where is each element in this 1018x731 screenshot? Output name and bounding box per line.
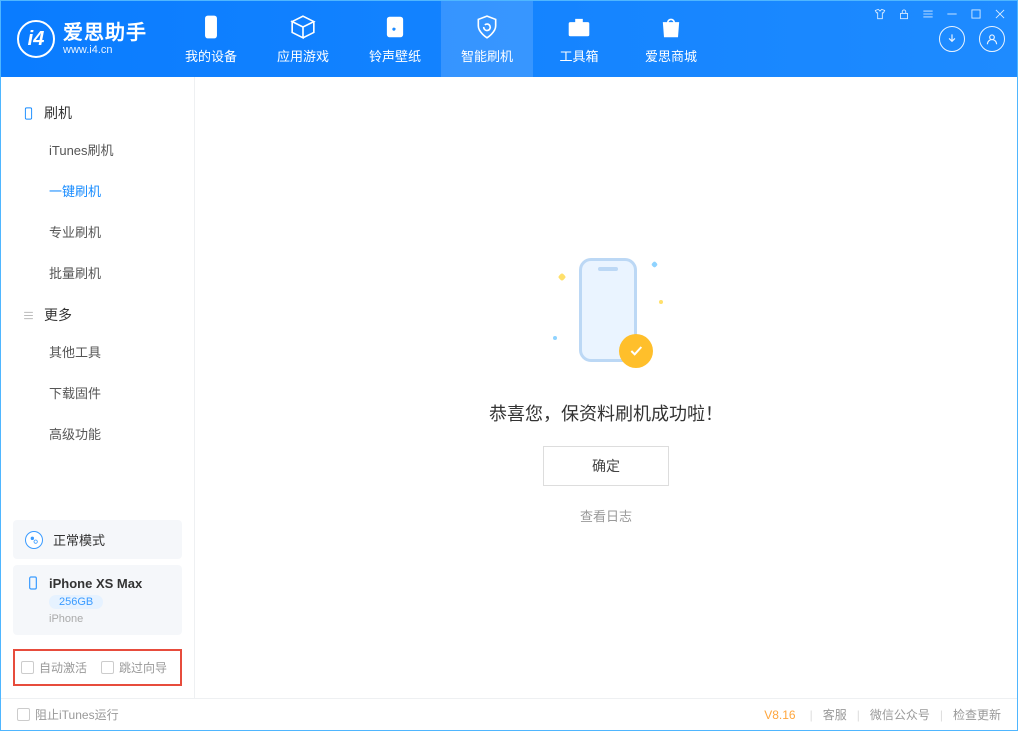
device-type: iPhone bbox=[49, 613, 83, 625]
nav-label: 铃声壁纸 bbox=[369, 46, 421, 65]
main-nav: 我的设备 应用游戏 铃声壁纸 智能刷机 工具箱 爱思商城 bbox=[165, 1, 717, 77]
sidebar-item-download-firmware[interactable]: 下载固件 bbox=[21, 372, 174, 413]
sidebar-section-title: 刷机 bbox=[44, 103, 72, 123]
sidebar-item-pro-flash[interactable]: 专业刷机 bbox=[21, 211, 174, 252]
success-illustration bbox=[541, 250, 671, 380]
sidebar-item-other-tools[interactable]: 其他工具 bbox=[21, 331, 174, 372]
device-card[interactable]: iPhone XS Max 256GB iPhone bbox=[13, 565, 182, 635]
nav-smart-flash[interactable]: 智能刷机 bbox=[441, 1, 533, 77]
sidebar-item-itunes-flash[interactable]: iTunes刷机 bbox=[21, 129, 174, 170]
device-name: iPhone XS Max bbox=[49, 576, 142, 591]
nav-label: 工具箱 bbox=[559, 46, 598, 65]
minimize-button[interactable] bbox=[945, 7, 959, 21]
bag-icon bbox=[658, 14, 684, 40]
tshirt-icon[interactable] bbox=[873, 7, 887, 21]
sidebar-section-title: 更多 bbox=[44, 305, 72, 325]
separator: | bbox=[810, 708, 813, 722]
close-button[interactable] bbox=[993, 7, 1007, 21]
app-url: www.i4.cn bbox=[63, 44, 147, 56]
checkbox-icon bbox=[17, 708, 30, 721]
checkbox-icon bbox=[21, 661, 34, 674]
nav-label: 智能刷机 bbox=[461, 46, 513, 65]
sidebar-section-flash: 刷机 iTunes刷机 一键刷机 专业刷机 批量刷机 bbox=[1, 95, 194, 297]
mode-label: 正常模式 bbox=[53, 530, 105, 549]
lock-icon[interactable] bbox=[897, 7, 911, 21]
version-label: V8.16 bbox=[764, 708, 795, 722]
logo-icon: i4 bbox=[17, 20, 55, 58]
body: 刷机 iTunes刷机 一键刷机 专业刷机 批量刷机 更多 其他工具 下载固件 … bbox=[1, 77, 1017, 698]
phone-icon bbox=[198, 14, 224, 40]
ok-button[interactable]: 确定 bbox=[543, 446, 669, 486]
briefcase-icon bbox=[566, 14, 592, 40]
shield-refresh-icon bbox=[474, 14, 500, 40]
sidebar-section-more: 更多 其他工具 下载固件 高级功能 bbox=[1, 297, 194, 458]
app-logo[interactable]: i4 爱思助手 www.i4.cn bbox=[1, 1, 165, 77]
device-icon bbox=[21, 106, 36, 121]
checkbox-label: 自动激活 bbox=[39, 659, 87, 676]
footer-link-update[interactable]: 检查更新 bbox=[953, 706, 1001, 723]
sidebar-section-header: 刷机 bbox=[21, 103, 174, 123]
footer-link-support[interactable]: 客服 bbox=[823, 706, 847, 723]
nav-ringtones-wallpapers[interactable]: 铃声壁纸 bbox=[349, 1, 441, 77]
logo-text: 爱思助手 www.i4.cn bbox=[63, 22, 147, 56]
footer-link-wechat[interactable]: 微信公众号 bbox=[870, 706, 930, 723]
main-content: 恭喜您，保资料刷机成功啦！ 确定 查看日志 bbox=[195, 77, 1017, 698]
nav-label: 我的设备 bbox=[185, 46, 237, 65]
sidebar: 刷机 iTunes刷机 一键刷机 专业刷机 批量刷机 更多 其他工具 下载固件 … bbox=[1, 77, 195, 698]
nav-label: 应用游戏 bbox=[277, 46, 329, 65]
download-button[interactable] bbox=[939, 26, 965, 52]
checkbox-skip-guide[interactable]: 跳过向导 bbox=[101, 659, 167, 676]
sidebar-bottom: 正常模式 iPhone XS Max 256GB iPhone 自动激活 跳过向… bbox=[1, 514, 194, 698]
checkbox-label: 阻止iTunes运行 bbox=[35, 706, 119, 723]
sidebar-section-header: 更多 bbox=[21, 305, 174, 325]
music-file-icon bbox=[382, 14, 408, 40]
view-log-link[interactable]: 查看日志 bbox=[580, 506, 632, 525]
sidebar-item-batch-flash[interactable]: 批量刷机 bbox=[21, 252, 174, 293]
separator: | bbox=[857, 708, 860, 722]
mode-card[interactable]: 正常模式 bbox=[13, 520, 182, 559]
footer: 阻止iTunes运行 V8.16 | 客服 | 微信公众号 | 检查更新 bbox=[1, 698, 1017, 730]
account-button[interactable] bbox=[979, 26, 1005, 52]
sidebar-item-advanced[interactable]: 高级功能 bbox=[21, 413, 174, 454]
checkbox-block-itunes[interactable]: 阻止iTunes运行 bbox=[17, 706, 119, 723]
menu-icon[interactable] bbox=[921, 7, 935, 21]
checkbox-label: 跳过向导 bbox=[119, 659, 167, 676]
device-capacity: 256GB bbox=[49, 595, 103, 609]
options-row: 自动激活 跳过向导 bbox=[13, 649, 182, 686]
checkbox-icon bbox=[101, 661, 114, 674]
nav-toolbox[interactable]: 工具箱 bbox=[533, 1, 625, 77]
maximize-button[interactable] bbox=[969, 7, 983, 21]
success-message: 恭喜您，保资料刷机成功啦！ bbox=[489, 400, 723, 426]
nav-apps-games[interactable]: 应用游戏 bbox=[257, 1, 349, 77]
list-icon bbox=[21, 308, 36, 323]
checkbox-auto-activate[interactable]: 自动激活 bbox=[21, 659, 87, 676]
nav-label: 爱思商城 bbox=[645, 46, 697, 65]
window-controls bbox=[873, 7, 1007, 21]
nav-store[interactable]: 爱思商城 bbox=[625, 1, 717, 77]
header: i4 爱思助手 www.i4.cn 我的设备 应用游戏 铃声壁纸 智能刷机 工具… bbox=[1, 1, 1017, 77]
separator: | bbox=[940, 708, 943, 722]
device-icon bbox=[25, 575, 41, 591]
check-badge-icon bbox=[619, 334, 653, 368]
app-name: 爱思助手 bbox=[63, 22, 147, 44]
mode-icon bbox=[25, 531, 43, 549]
nav-my-device[interactable]: 我的设备 bbox=[165, 1, 257, 77]
cube-icon bbox=[290, 14, 316, 40]
sidebar-item-oneclick-flash[interactable]: 一键刷机 bbox=[21, 170, 174, 211]
